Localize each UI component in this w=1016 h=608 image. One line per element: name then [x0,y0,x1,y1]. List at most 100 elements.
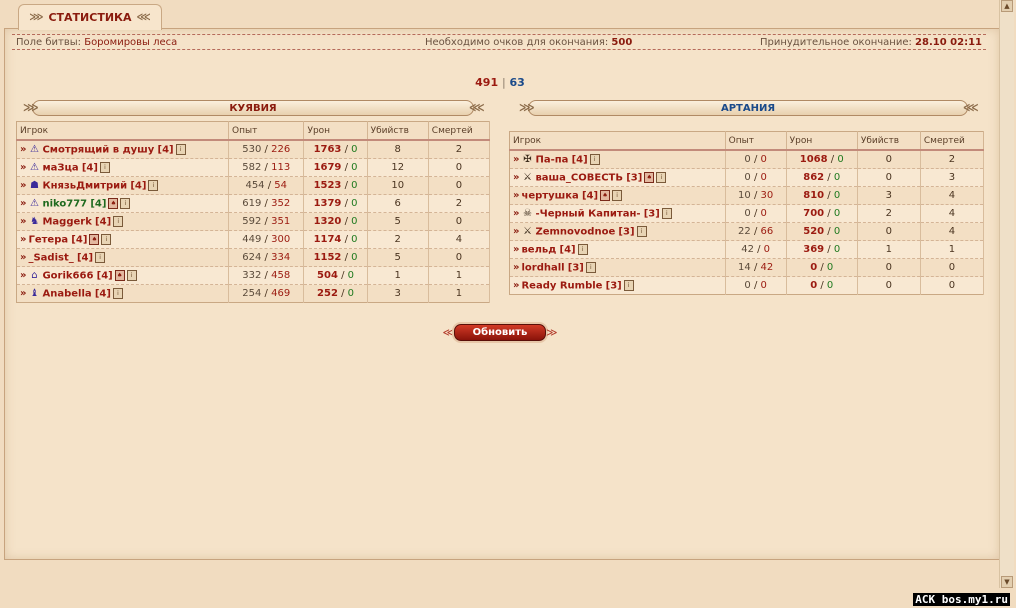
scroll-up-icon[interactable]: ▲ [1001,0,1013,12]
player-level: [4] [130,180,147,192]
table-row: » вельд [4] i 42 / 0 369 / 011 [509,240,985,259]
damage-cell: 369 / 0 [786,240,858,259]
table-row: » Ready Rumble [3] i 0 / 00 / 000 [509,276,985,295]
player-name[interactable]: вельд [521,244,556,255]
info-icon[interactable]: i [175,143,186,155]
damage-taken: 0 [351,180,358,191]
damage-cell: 862 / 0 [786,168,858,187]
player-name[interactable]: Гетера [28,234,68,245]
deaths-cell: 0 [920,258,985,277]
kills-cell: 6 [367,194,429,213]
deaths-cell: 0 [428,158,491,177]
player-name[interactable]: Gorik666 [42,270,93,281]
double-chevron-icon[interactable]: » [513,154,519,165]
player-cell: » вельд [4] i [509,240,726,259]
double-chevron-icon[interactable]: » [513,226,519,237]
damage-cell: 0 / 0 [786,258,858,277]
damage-cell: 1174 / 0 [303,230,368,249]
damage-taken: 0 [351,216,358,227]
column-header: Игрок [509,131,726,151]
double-chevron-icon[interactable]: » [20,270,26,281]
double-chevron-icon[interactable]: » [20,216,26,227]
player-name[interactable]: ваша_СОВЕСТЬ [535,172,623,183]
player-level: [4] [96,270,113,282]
player-name[interactable]: _Sadist_ [28,252,73,263]
double-chevron-icon[interactable]: » [20,162,26,173]
player-name[interactable]: Anabella [42,288,91,299]
exp-value-lost: 334 [271,252,291,263]
info-icon[interactable]: i [612,189,623,201]
player-name[interactable]: маЗца [42,162,78,173]
double-chevron-icon[interactable]: » [513,280,519,291]
player-name[interactable]: Ready Rumble [521,280,602,291]
double-chevron-icon[interactable]: » [20,198,26,209]
info-icon[interactable]: i [636,225,647,237]
kills-cell: 3 [857,186,921,205]
info-icon[interactable]: i [120,197,131,209]
damage-taken: 0 [351,162,358,173]
player-name[interactable]: Zemnovodnoe [535,226,615,237]
scroll-down-icon[interactable]: ▼ [1001,576,1013,588]
player-name[interactable]: -Черный Капитан- [535,208,640,219]
double-chevron-icon[interactable]: » [513,208,519,219]
score-right: 63 [509,76,525,89]
table-row: » ☗ КнязьДмитрий [4] i 454 / 54 1523 / 0 10 0 [16,176,491,195]
double-chevron-icon[interactable]: » [20,234,26,245]
exp-value-lost: 30 [760,190,774,201]
exp-value: 0 [744,154,751,165]
info-icon[interactable]: i [95,251,106,263]
kills-cell: 5 [367,212,429,231]
info-icon[interactable]: i [585,261,596,273]
double-chevron-icon[interactable]: » [513,190,519,201]
info-icon[interactable]: i [101,233,112,245]
double-chevron-icon[interactable]: » [20,288,26,299]
player-name[interactable]: Па-па [535,154,568,165]
info-icon[interactable]: i [656,171,667,183]
exp-value: 582 [242,162,262,173]
damage-dealt: 1379 [313,198,342,209]
damage-cell: 0 / 0 [786,276,858,295]
info-icon[interactable]: i [99,161,110,173]
info-icon[interactable]: i [126,269,137,281]
exp-value: 449 [242,234,262,245]
double-chevron-icon[interactable]: » [20,144,26,155]
ornament-icon: ⋘ [469,101,485,114]
damage-taken: 0 [833,244,841,255]
damage-cell: 1679 / 0 [303,158,368,177]
player-name[interactable]: niko777 [42,198,87,209]
player-name[interactable]: Maggerk [42,216,91,227]
player-level: [3] [605,280,622,292]
info-icon[interactable]: i [577,243,588,255]
damage-taken: 0 [347,288,355,299]
double-chevron-icon[interactable]: » [513,172,519,183]
ornament-right-icon: ⋘ [136,12,151,23]
exp-value-lost: 0 [760,154,767,165]
damage-dealt: 1763 [313,144,342,155]
double-chevron-icon[interactable]: » [513,244,519,255]
table-row: » ⚔ ваша_СОВЕСТЬ [3] ♠ i 0 / 0 862 / 003 [509,168,985,187]
info-icon[interactable]: i [623,279,634,291]
column-header: Убийств [857,131,921,151]
tab-statistics[interactable]: ⋙ СТАТИСТИКА ⋘ [18,4,162,30]
column-header: Смертей [920,131,985,151]
info-icon[interactable]: i [148,179,159,191]
kills-cell: 0 [857,276,921,295]
player-name[interactable]: КнязьДмитрий [42,180,127,191]
double-chevron-icon[interactable]: » [20,252,26,263]
damage-cell: 504 / 0 [303,266,368,285]
player-cell: » Гетера [4] ♠ i [16,230,230,249]
info-icon[interactable]: i [112,287,123,299]
info-icon[interactable]: i [113,215,124,227]
exp-value-lost: 0 [760,208,767,219]
sword-icon: ⚔ [522,171,532,183]
double-chevron-icon[interactable]: » [20,180,26,191]
player-name[interactable]: Смотрящий в душу [42,144,154,155]
player-name[interactable]: lordhall [521,262,564,273]
refresh-button[interactable]: Обновить [454,323,546,341]
info-icon[interactable]: i [589,153,600,165]
player-cell: » _Sadist_ [4] i [16,248,230,267]
info-icon[interactable]: i [661,207,672,219]
player-name[interactable]: чертушка [521,190,578,201]
scrollbar[interactable]: ▲ ▼ [999,0,1014,588]
double-chevron-icon[interactable]: » [513,262,519,273]
